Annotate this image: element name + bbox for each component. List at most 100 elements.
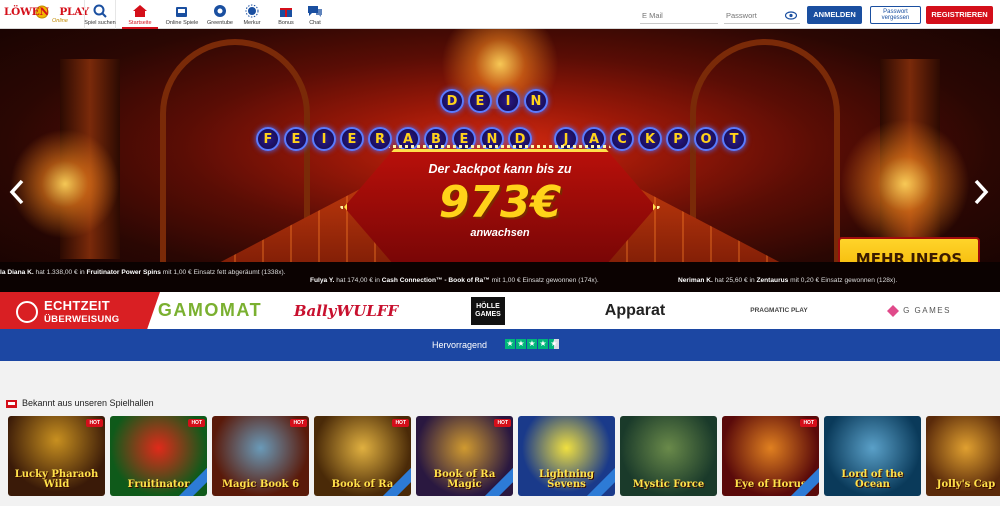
echtzeit-badge: ECHTZEIT ÜBERWEISUNG (0, 292, 160, 329)
firework-right (840, 119, 970, 249)
hot-badge: HOT (188, 419, 205, 427)
game-tile[interactable]: Mystic Force (620, 416, 717, 496)
game-tile[interactable]: Lord of the Ocean (824, 416, 921, 496)
game-tile[interactable]: HOT Fruitinator (110, 416, 207, 496)
hot-badge: HOT (800, 419, 817, 427)
winner-name: Neriman K. (678, 277, 713, 284)
slot-machine-icon (176, 7, 187, 17)
game-tile[interactable]: HOT Magic Book 6 (212, 416, 309, 496)
top-bar: LÖWEN PLAY Online Spiel suchen Startseit… (0, 0, 1000, 29)
game-name: Cash Connection™ - Book of Ra™ (381, 277, 490, 284)
hot-badge: HOT (392, 419, 409, 427)
nav-bonus[interactable]: Bonus (272, 0, 300, 29)
logo[interactable]: LÖWEN PLAY Online (4, 4, 89, 26)
sign-bottom-text: anwachsen (470, 227, 530, 239)
letter-bulb: I (496, 89, 520, 113)
known-from-halls-section: Bekannt aus unseren Spielhallen HOT Lucky… (0, 361, 1000, 501)
ticker-tail: Einsatz fett abgeräumt (1338x). (193, 269, 286, 276)
g-games-icon (887, 304, 900, 317)
dein-text: D E I N (440, 89, 548, 113)
letter-bulb: R (368, 127, 392, 151)
game-row: HOT Lucky Pharaoh Wild HOT Fruitinator HOT… (8, 416, 1000, 506)
game-title: Lord of the Ocean (841, 469, 904, 490)
holle-logo: HÖLLE GAMES (471, 296, 505, 325)
forgot-password-button[interactable]: Passwort vergessen (870, 6, 921, 24)
hero-banner[interactable]: D E I N F E I E R A B E N D J A C K P O … (0, 29, 1000, 292)
chevron-left-icon[interactable] (8, 179, 26, 205)
provider-apparat[interactable]: Apparat (590, 292, 680, 329)
chevron-right-icon[interactable] (972, 179, 990, 205)
game-tile[interactable]: HOT Book of Ra Magic (416, 416, 513, 496)
section-title: Bekannt aus unseren Spielhallen (22, 398, 154, 408)
star-icon: ★ (527, 339, 537, 349)
hot-badge: HOT (86, 419, 103, 427)
game-tile[interactable]: HOT Book of Ra (314, 416, 411, 496)
nav-online-games[interactable]: Online Spiele (164, 0, 200, 29)
login-button[interactable]: ANMELDEN (807, 6, 862, 24)
winner-name: la Diana K. (0, 269, 34, 276)
letter-bulb: I (312, 127, 336, 151)
hot-badge: HOT (494, 419, 511, 427)
letter-bulb: T (722, 127, 746, 151)
letter-bulb: C (610, 127, 634, 151)
provider-strip: ECHTZEIT ÜBERWEISUNG GAMOMAT BallyWULFF … (0, 292, 1000, 329)
win-amount: 1.338,00 € (46, 269, 78, 276)
nav-home[interactable]: Startseite (122, 0, 158, 29)
eye-icon[interactable] (785, 11, 797, 20)
letter-bulb: E (468, 89, 492, 113)
home-icon (133, 5, 147, 17)
game-title: Magic Book 6 (221, 479, 300, 490)
chat-icon (308, 6, 322, 17)
nav-label: Merkur (243, 20, 261, 26)
nav-label: Chat (309, 20, 321, 26)
g-games-label: G GAMES (903, 306, 951, 315)
nav-label: Spiel suchen (84, 20, 116, 26)
email-field[interactable] (640, 8, 718, 24)
nav-label: Greentube (207, 20, 233, 26)
win-amount: 174,00 € (347, 277, 373, 284)
winner-ticker: la Diana K. hat 1.338,00 € in Fruitinato… (0, 262, 1000, 292)
firework-left (10, 129, 120, 239)
letter-bulb: E (340, 127, 364, 151)
game-title: Lucky Pharaoh Wild (14, 469, 99, 490)
nav-chat[interactable]: Chat (304, 0, 326, 29)
nav-greentube[interactable]: Greentube (204, 0, 236, 29)
letter-bulb: E (284, 127, 308, 151)
logo-sub: Online (52, 18, 68, 24)
holle-line1: HÖLLE (476, 302, 500, 310)
ticker-item: la Diana K. hat 1.338,00 € in Fruitinato… (0, 269, 286, 276)
letter-bulb: N (524, 89, 548, 113)
logo-name: LÖWEN (4, 6, 49, 18)
provider-holle-games[interactable]: HÖLLE GAMES (470, 292, 506, 329)
nav-label: Bonus (278, 20, 294, 26)
game-tile[interactable]: HOT Eye of Horus (722, 416, 819, 496)
game-name: Fruitinator Power Spins (86, 269, 161, 276)
provider-pragmatic-play[interactable]: PRAGMATIC PLAY (746, 292, 812, 329)
jackpot-sign: Der Jackpot kann bis zu 973€ anwachsen (340, 145, 660, 269)
gift-icon (280, 8, 292, 17)
star-icon: ★ (516, 339, 526, 349)
stake: 1,00 € (173, 269, 192, 276)
trustpilot-bar[interactable]: Hervorragend ★ ★ ★ ★ ★ (0, 329, 1000, 361)
letter-bulb: D (440, 89, 464, 113)
hot-badge: HOT (290, 419, 307, 427)
provider-g-games[interactable]: G GAMES (878, 292, 960, 329)
echtzeit-line1: ECHTZEIT (44, 298, 110, 313)
game-tile[interactable]: HOT Lucky Pharaoh Wild (8, 416, 105, 496)
game-title: Mystic Force (632, 479, 705, 490)
star-icon: ★ (505, 339, 515, 349)
winner-name: Fulya Y. (310, 277, 335, 284)
game-tile[interactable]: Lightning Sevens (518, 416, 615, 496)
trustpilot-stars: ★ ★ ★ ★ ★ (505, 339, 559, 349)
provider-bally-wulff[interactable]: BallyWULFF (294, 292, 398, 329)
trustpilot-label: Hervorragend (432, 340, 488, 350)
game-tile[interactable]: Jolly's Cap (926, 416, 1000, 496)
nav-search[interactable]: Spiel suchen (84, 0, 116, 29)
provider-gamomat[interactable]: GAMOMAT (150, 292, 270, 329)
ticker-item: Fulya Y. hat 174,00 € in Cash Connection… (310, 277, 599, 284)
stake: 1,00 € (502, 277, 521, 284)
greentube-icon (214, 5, 226, 17)
nav-merkur[interactable]: Merkur (238, 0, 266, 29)
letter-bulb: K (638, 127, 662, 151)
register-button[interactable]: REGISTRIEREN (926, 6, 993, 24)
